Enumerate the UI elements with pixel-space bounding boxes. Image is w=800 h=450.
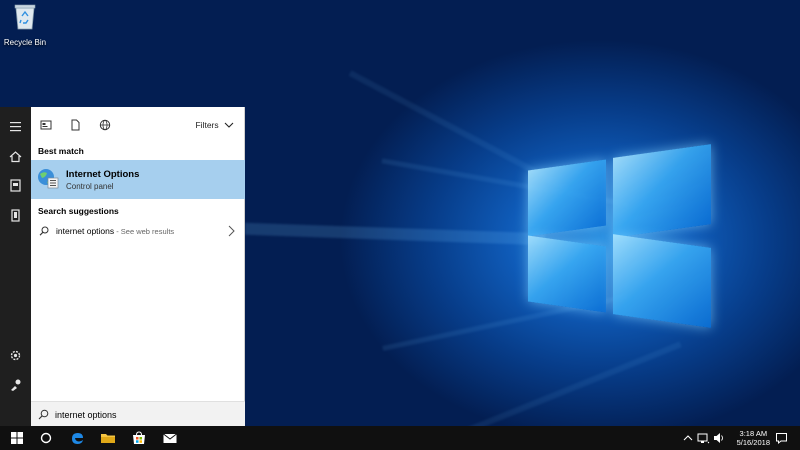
recycle-bin[interactable]: Recycle Bin	[2, 2, 48, 47]
file-explorer-icon[interactable]	[100, 430, 116, 446]
best-match-subtitle: Control panel	[66, 182, 114, 191]
taskbar: 3:18 AM 5/16/2018	[0, 426, 800, 450]
search-panel: Filters Best match Internet Options Cont…	[31, 107, 245, 426]
start-rail	[0, 107, 31, 426]
suggestion-hint: - See web results	[114, 227, 175, 236]
best-match-heading: Best match	[38, 146, 84, 156]
chevron-down-icon	[224, 122, 234, 129]
filters-button[interactable]: Filters	[195, 120, 234, 130]
search-icon	[38, 409, 49, 420]
home-icon[interactable]	[8, 149, 23, 164]
feedback-icon[interactable]	[8, 377, 23, 392]
clock-date: 5/16/2018	[736, 438, 770, 447]
notebook-icon[interactable]	[8, 178, 23, 193]
filters-label: Filters	[195, 120, 219, 130]
system-clock[interactable]: 3:18 AM 5/16/2018	[737, 429, 770, 447]
mail-icon[interactable]	[162, 430, 178, 446]
light-beam	[438, 341, 682, 426]
search-suggestions-heading: Search suggestions	[38, 206, 119, 216]
suggestion-query: internet options	[56, 226, 115, 236]
internet-options-icon	[38, 169, 59, 189]
clock-time: 3:18 AM	[739, 429, 768, 438]
suggestion-text: internet options - See web results	[56, 226, 174, 236]
cortana-icon[interactable]	[39, 430, 53, 446]
recycle-bin-icon	[14, 4, 36, 30]
documents-scope-icon[interactable]	[69, 119, 81, 131]
volume-icon[interactable]	[713, 430, 725, 446]
windows-logo	[528, 143, 713, 328]
action-center-icon[interactable]	[775, 430, 788, 446]
search-scope-bar: Filters	[31, 107, 244, 143]
search-input[interactable]	[55, 407, 235, 422]
edge-icon[interactable]	[70, 430, 85, 446]
light-beam	[245, 222, 545, 246]
store-icon[interactable]	[131, 430, 147, 446]
start-button-windows-icon[interactable]	[10, 430, 24, 446]
web-scope-icon[interactable]	[99, 119, 111, 131]
show-hidden-icons-chevron-up-icon[interactable]	[683, 430, 693, 446]
recycle-bin-label: Recycle Bin	[3, 38, 47, 47]
search-icon	[39, 226, 49, 236]
best-match-title: Internet Options	[66, 169, 140, 180]
device-icon[interactable]	[8, 208, 23, 223]
chevron-right-icon[interactable]	[227, 225, 235, 237]
search-box	[31, 401, 245, 426]
suggestion-web-results[interactable]: internet options - See web results	[31, 222, 245, 240]
network-icon[interactable]	[697, 430, 710, 446]
apps-scope-icon[interactable]	[40, 119, 52, 131]
settings-icon[interactable]	[8, 348, 23, 363]
best-match-internet-options[interactable]: Internet Options Control panel	[31, 160, 245, 199]
hamburger-icon[interactable]	[8, 119, 23, 134]
